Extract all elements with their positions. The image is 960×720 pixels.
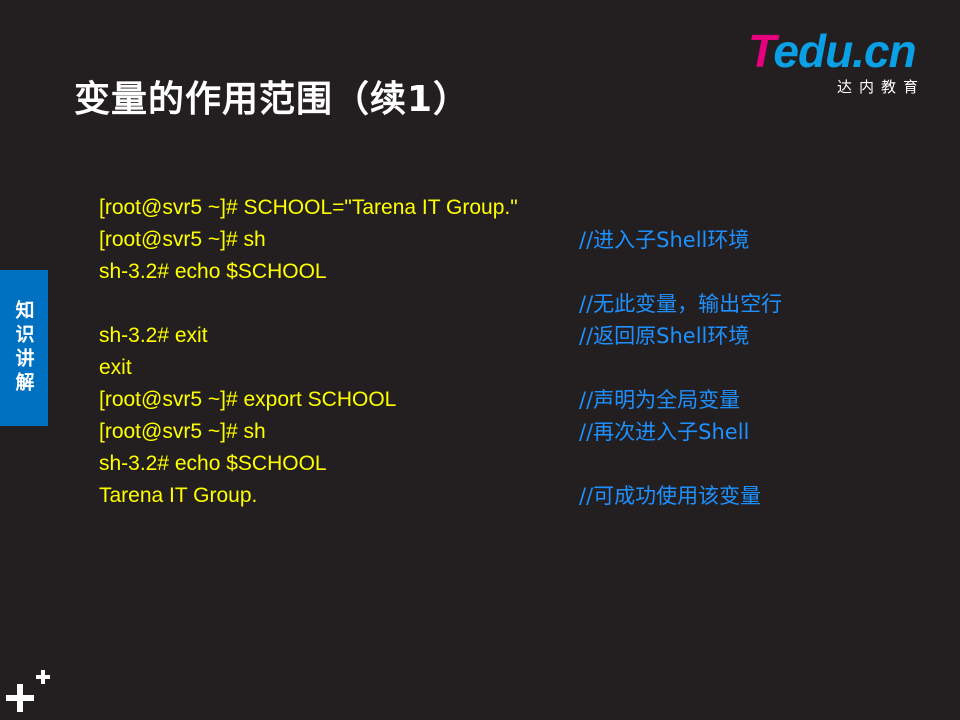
comment-text: //可成功使用该变量	[579, 484, 762, 508]
code-line: [root@svr5 ~]# sh //进入子Shell环境	[99, 224, 859, 256]
plus-icon	[6, 670, 50, 712]
comment-text: //无此变量，输出空行	[579, 292, 783, 316]
comment-text: //再次进入子Shell	[579, 420, 750, 444]
side-tab-label: 知识讲解	[12, 300, 35, 396]
comment-text: //声明为全局变量	[579, 388, 741, 412]
command-text: sh-3.2# exit	[99, 324, 208, 347]
logo-wordmark-t: T	[748, 25, 774, 77]
code-line: [root@svr5 ~]# sh //再次进入子Shell	[99, 416, 859, 448]
code-line: //无此变量，输出空行	[99, 288, 859, 320]
code-line: sh-3.2# exit //返回原Shell环境	[99, 320, 859, 352]
comment-text: //返回原Shell环境	[579, 324, 750, 348]
command-text: sh-3.2# echo $SCHOOL	[99, 452, 327, 475]
code-block: [root@svr5 ~]# SCHOOL="Tarena IT Group."…	[99, 192, 859, 512]
logo-wordmark-rest: edu.cn	[773, 25, 916, 77]
command-text: Tarena IT Group.	[99, 484, 258, 507]
logo-wordmark: Tedu.cn	[748, 28, 933, 74]
code-line: [root@svr5 ~]# SCHOOL="Tarena IT Group."	[99, 192, 859, 224]
command-text: [root@svr5 ~]# sh	[99, 420, 266, 443]
code-line: sh-3.2# echo $SCHOOL	[99, 256, 859, 288]
command-text: [root@svr5 ~]# export SCHOOL	[99, 388, 397, 411]
command-text: [root@svr5 ~]# SCHOOL="Tarena IT Group."	[99, 196, 518, 219]
code-line: [root@svr5 ~]# export SCHOOL //声明为全局变量	[99, 384, 859, 416]
code-line: exit	[99, 352, 859, 384]
tedu-logo: Tedu.cn 达内教育	[748, 28, 933, 98]
slide-title: 变量的作用范围（续1）	[74, 79, 471, 120]
command-text: [root@svr5 ~]# sh	[99, 228, 266, 251]
command-text: exit	[99, 356, 132, 379]
code-line: Tarena IT Group. //可成功使用该变量	[99, 480, 859, 512]
command-text: sh-3.2# echo $SCHOOL	[99, 260, 327, 283]
code-line: sh-3.2# echo $SCHOOL	[99, 448, 859, 480]
comment-text: //进入子Shell环境	[579, 228, 750, 252]
logo-subtitle: 达内教育	[836, 78, 925, 96]
side-tab: 知识讲解	[0, 270, 48, 426]
